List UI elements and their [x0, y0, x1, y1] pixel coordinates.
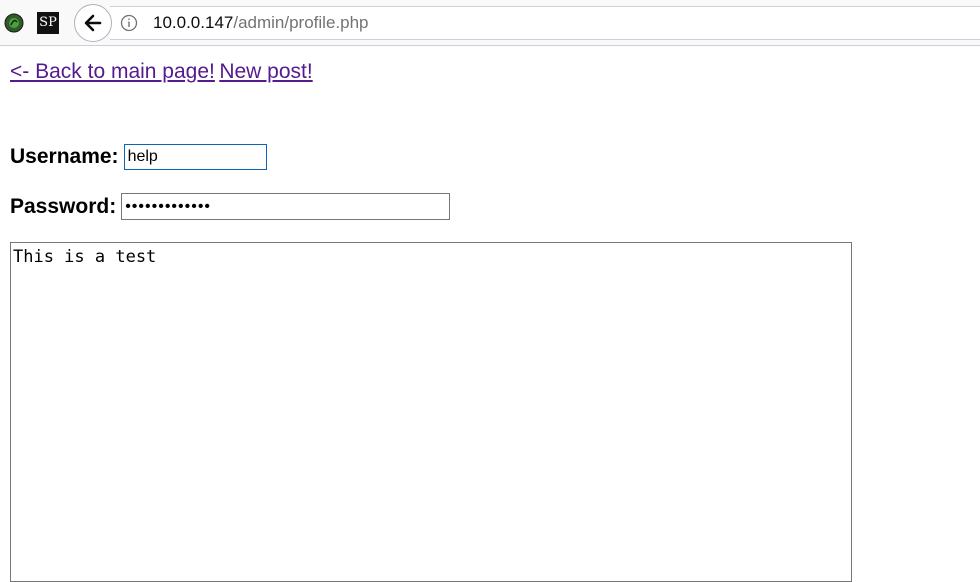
- back-to-main-link[interactable]: <- Back to main page!: [10, 60, 215, 83]
- back-button[interactable]: [74, 4, 112, 42]
- url-bar[interactable]: 10.0.0.147/admin/profile.php: [110, 6, 980, 40]
- back-arrow-icon: [84, 14, 102, 32]
- extension-green-icon[interactable]: [4, 13, 24, 33]
- extension-sp-icon[interactable]: SP: [37, 12, 59, 34]
- username-row: Username:: [10, 144, 267, 170]
- url-host: 10.0.0.147: [153, 13, 234, 32]
- password-field[interactable]: [121, 193, 451, 220]
- password-label: Password:: [10, 194, 117, 218]
- username-field[interactable]: [123, 144, 267, 170]
- url-path: /admin/profile.php: [233, 13, 369, 32]
- username-label: Username:: [10, 145, 119, 168]
- browser-toolbar: SP 10.0.0.147/admin/profile.php: [0, 0, 980, 46]
- post-textarea[interactable]: This is a test: [10, 242, 852, 582]
- info-icon[interactable]: [120, 14, 138, 32]
- url-text[interactable]: 10.0.0.147/admin/profile.php: [153, 13, 369, 33]
- new-post-link[interactable]: New post!: [219, 60, 312, 83]
- nav-links: <- Back to main page! New post!: [10, 60, 313, 84]
- password-row: Password:: [10, 193, 451, 220]
